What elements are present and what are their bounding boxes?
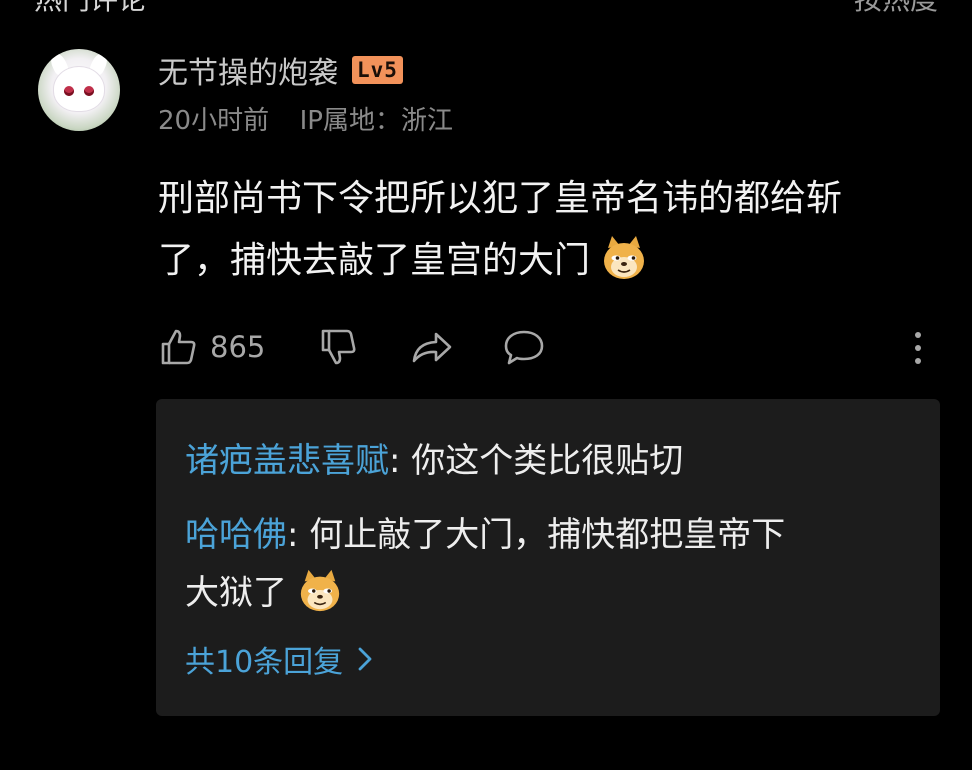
comment-text-line-1: 刑部尚书下令把所以犯了皇帝名讳的都给斩 (158, 178, 843, 219)
thumbs-up-icon (161, 329, 196, 365)
reply-text-line-2: 大狱了 (185, 573, 287, 613)
comment-icon (504, 330, 544, 365)
doge-emoji-icon (604, 236, 645, 279)
dislike-button[interactable] (318, 322, 358, 372)
doge-emoji-icon (300, 569, 340, 612)
chevron-right-icon (358, 647, 372, 671)
reply-item[interactable]: 哈哈佛: 何止敲了大门，捕快都把皇帝下 (185, 507, 785, 563)
replies-preview[interactable]: 诸疤盖悲喜赋: 你这个类比很贴切 哈哈佛: 何止敲了大门，捕快都把皇帝下 大狱了… (156, 399, 940, 716)
comment-username[interactable]: 无节操的炮袭 (158, 48, 338, 92)
sort-icon (814, 0, 842, 5)
reply-item[interactable]: 诸疤盖悲喜赋: 你这个类比很贴切 (185, 433, 683, 489)
thumbs-down-icon (321, 329, 356, 365)
reply-separator: : (287, 515, 299, 555)
sort-toggle[interactable]: 按热度 (814, 0, 938, 18)
avatar-eye-right (84, 86, 94, 96)
comment-ip-location: IP属地：浙江 (299, 106, 453, 136)
comment-time: 20小时前 (158, 106, 270, 136)
avatar[interactable] (38, 49, 120, 131)
level-badge: Lv5 (352, 56, 403, 84)
section-title: 热门评论 (34, 0, 146, 18)
more-options-button[interactable] (906, 322, 930, 372)
share-button[interactable] (410, 322, 454, 372)
share-icon (412, 332, 452, 363)
comment-author-row: 无节操的炮袭 Lv5 (158, 48, 403, 92)
comment-text-line-2: 了，捕快去敲了皇宫的大门 (158, 240, 591, 281)
avatar-face (54, 67, 104, 111)
view-all-replies-link[interactable]: 共10条回复 (185, 637, 373, 681)
like-button[interactable]: 865 (158, 322, 265, 372)
view-all-replies-label: 共10条回复 (185, 645, 344, 680)
sort-label: 按热度 (854, 0, 938, 18)
reply-author[interactable]: 诸疤盖悲喜赋 (185, 441, 389, 481)
reply-author[interactable]: 哈哈佛 (185, 515, 287, 555)
reply-item-continued[interactable]: 大狱了 (185, 565, 343, 621)
like-count: 865 (210, 330, 266, 364)
comment-text-line-2-wrap: 了，捕快去敲了皇宫的大门 (158, 230, 948, 292)
reply-text-line-1: 何止敲了大门，捕快都把皇帝下 (309, 515, 786, 555)
reply-separator: : (389, 441, 401, 481)
comment-action-bar: 865 (158, 322, 938, 372)
avatar-eye-left (64, 86, 74, 96)
comment-text: 刑部尚书下令把所以犯了皇帝名讳的都给斩 了，捕快去敲了皇宫的大门 (158, 168, 948, 292)
more-icon (915, 332, 921, 364)
reply-button[interactable] (502, 322, 546, 372)
reply-text: 你这个类比很贴切 (411, 441, 684, 481)
comment-meta: 20小时前 IP属地：浙江 (158, 100, 453, 137)
